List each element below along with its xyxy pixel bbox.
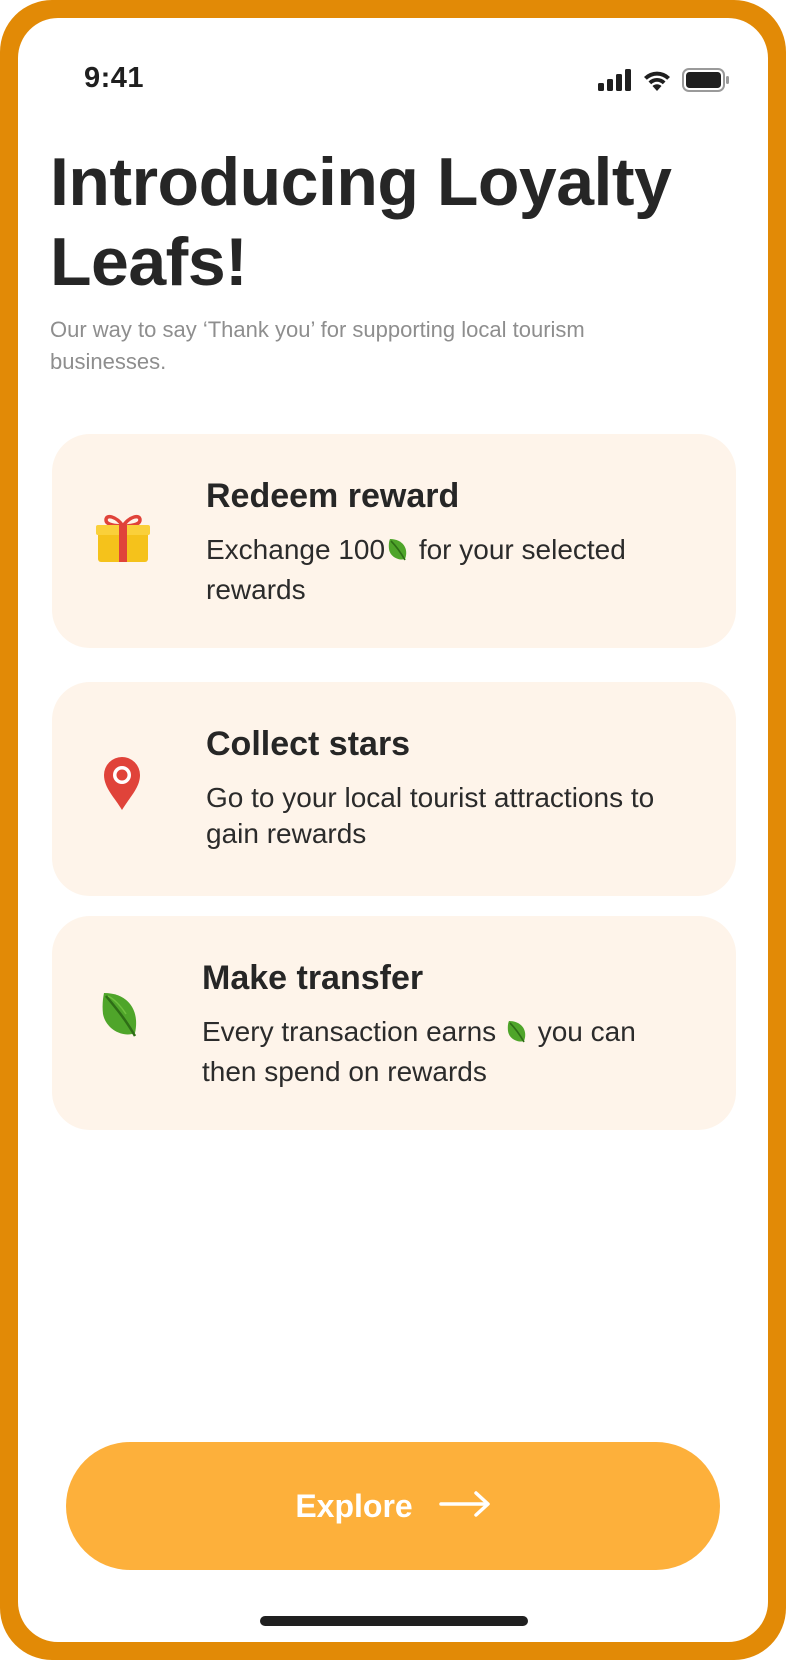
card-redeem-reward[interactable]: Redeem reward Exchange 100 for your sele… [52, 434, 736, 648]
card-make-transfer[interactable]: Make transfer Every transaction earns yo… [52, 916, 736, 1130]
card-description: Exchange 100 for your selected rewards [206, 532, 676, 608]
battery-icon [682, 68, 730, 92]
wifi-icon [642, 69, 672, 91]
card-description-start: Every transaction earns [202, 1016, 504, 1047]
page-subtitle: Our way to say ‘Thank you’ for supportin… [50, 317, 585, 374]
card-description-start: Exchange 100 [206, 534, 386, 565]
status-time: 9:41 [84, 62, 145, 94]
cellular-signal-icon [598, 69, 632, 91]
card-description: Every transaction earns you can then spe… [202, 1014, 672, 1090]
card-title: Make transfer [202, 959, 424, 997]
explore-button-label: Explore [295, 1487, 413, 1524]
home-indicator [260, 1616, 528, 1626]
gift-icon [96, 512, 150, 562]
card-title: Collect stars [206, 725, 411, 763]
map-pin-icon [102, 756, 142, 810]
card-description: Go to your local tourist attractions to … [206, 782, 655, 849]
status-bar: 9:41 [18, 18, 768, 108]
device-frame: 9:41 Introducing Loyalty Leafs! Our way … [0, 0, 786, 1660]
leaf-icon [506, 1018, 528, 1054]
card-title: Redeem reward [206, 477, 460, 515]
leaf-icon [387, 536, 409, 572]
explore-button[interactable]: Explore [66, 1442, 720, 1570]
arrow-right-icon [438, 1488, 491, 1525]
status-icons [598, 68, 730, 92]
app-screen: 9:41 Introducing Loyalty Leafs! Our way … [18, 18, 768, 1642]
leaf-icon [100, 990, 140, 1040]
card-collect-stars[interactable]: Collect stars Go to your local tourist a… [52, 682, 736, 896]
page-title: Introducing Loyalty Leafs! [50, 144, 672, 300]
